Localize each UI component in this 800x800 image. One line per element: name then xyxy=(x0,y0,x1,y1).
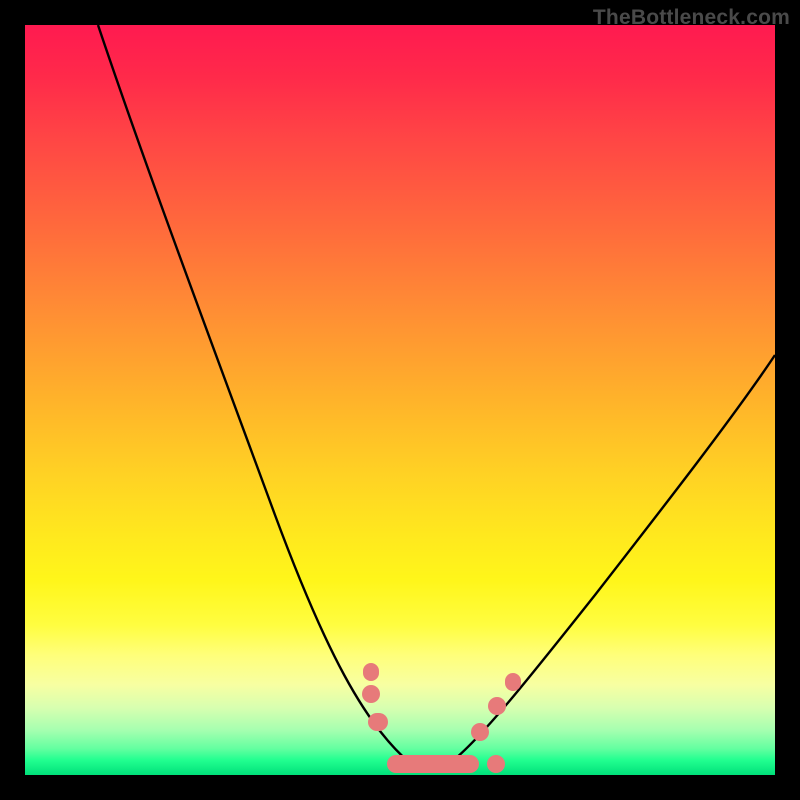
marker-dot xyxy=(368,713,388,731)
marker-dot xyxy=(488,697,506,715)
chart-frame: TheBottleneck.com xyxy=(0,0,800,800)
marker-dot xyxy=(363,663,379,681)
watermark-text: TheBottleneck.com xyxy=(593,6,790,30)
plot-area xyxy=(25,25,775,775)
marker-dot xyxy=(471,723,489,741)
marker-dot xyxy=(362,685,380,703)
curve-left xyxy=(98,25,410,763)
marker-pill xyxy=(487,755,505,773)
marker-dot xyxy=(505,673,521,691)
curve-layer xyxy=(25,25,775,775)
marker-pill xyxy=(387,755,479,773)
